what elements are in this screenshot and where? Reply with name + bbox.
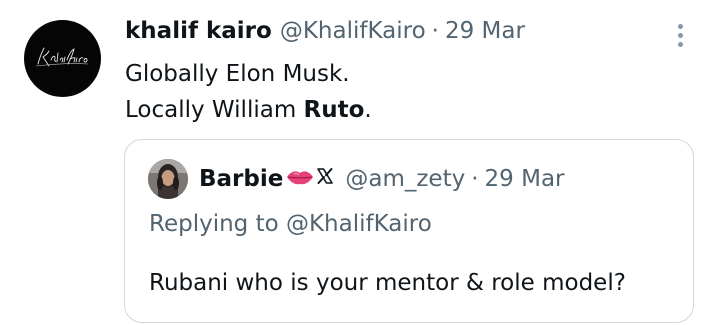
bold-word: Ruto — [303, 97, 365, 123]
lips-icon — [286, 163, 314, 195]
separator-dot: · — [471, 166, 479, 192]
author-avatar[interactable] — [24, 20, 101, 97]
replying-to[interactable]: Replying to @KhalifKairo — [149, 208, 432, 240]
quoted-tweet-date[interactable]: 29 Mar — [485, 163, 565, 195]
tweet[interactable]: khalif kairo @KhalifKairo · 29 Mar Globa… — [0, 0, 720, 325]
quoted-author-avatar[interactable] — [148, 159, 188, 199]
tweet-text-line-1: Globally Elon Musk. — [125, 61, 350, 87]
quoted-tweet-text: Rubani who is your mentor & role model? — [149, 270, 626, 296]
separator-dot: · — [431, 18, 439, 44]
tweet-text-line-2: Locally William Ruto. — [125, 97, 372, 123]
quoted-tweet-card[interactable]: Barbie @am_zety · 29 Mar Replying to @Kh… — [124, 139, 694, 323]
tweet-header: khalif kairo @KhalifKairo · 29 Mar — [125, 13, 525, 49]
signature-logo-icon — [35, 47, 89, 67]
tweet-date[interactable]: 29 Mar — [445, 13, 525, 49]
quoted-author-handle[interactable]: @am_zety — [345, 163, 465, 195]
author-handle[interactable]: @KhalifKairo — [280, 13, 426, 49]
quoted-tweet-header: Barbie @am_zety · 29 Mar — [199, 163, 565, 195]
more-options-button[interactable] — [666, 18, 694, 52]
profile-photo-icon — [148, 159, 188, 199]
x-logo-icon — [315, 163, 335, 195]
quoted-author-name[interactable]: Barbie — [199, 163, 283, 195]
more-vertical-icon — [677, 23, 683, 29]
tweet-text: Globally Elon Musk. Locally William Ruto… — [125, 56, 372, 128]
author-name[interactable]: khalif kairo — [125, 13, 272, 49]
